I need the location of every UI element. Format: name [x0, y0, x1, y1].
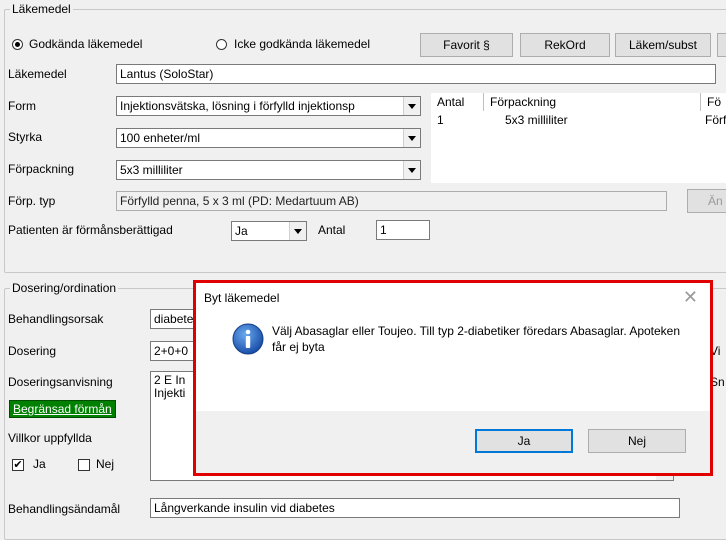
not-approved-radio[interactable] — [216, 39, 227, 50]
chevron-down-icon[interactable] — [403, 97, 420, 115]
package-list-header-extra[interactable]: Fö — [701, 93, 726, 111]
chevron-down-icon[interactable] — [289, 222, 306, 240]
medicine-field[interactable]: Lantus (SoloStar) — [116, 64, 716, 84]
quantity-label: Antal — [318, 223, 346, 237]
package-list-cell[interactable]: Förf — [705, 113, 726, 127]
dialog-message: Välj Abasaglar eller Toujeo. Till typ 2-… — [272, 324, 681, 354]
medicine-group-title: Läkemedel — [10, 2, 73, 16]
package-type-label: Förp. typ — [8, 194, 56, 208]
package-select[interactable]: 5x3 milliliter — [116, 160, 421, 180]
restricted-benefit-badge[interactable]: Begränsad förmån — [9, 400, 116, 418]
package-list-cell[interactable]: 5x3 milliliter — [505, 113, 568, 127]
info-icon — [232, 323, 264, 355]
change-button[interactable]: Än — [687, 189, 726, 213]
chevron-down-icon[interactable] — [403, 129, 420, 147]
strength-select-value: 100 enheter/ml — [120, 131, 201, 145]
package-list[interactable]: Antal Förpackning Fö 1 5x3 milliliter Fö… — [431, 93, 726, 183]
yes-button[interactable]: Ja — [475, 429, 573, 453]
form-select-value: Injektionsvätska, lösning i förfylld inj… — [120, 99, 355, 113]
approved-radio[interactable] — [12, 39, 23, 50]
package-select-value: 5x3 milliliter — [120, 163, 183, 177]
package-list-cell[interactable]: 1 — [437, 113, 444, 127]
purpose-label: Behandlingsändamål — [8, 502, 121, 516]
instructions-label: Doseringsanvisning — [8, 375, 113, 389]
not-approved-radio-label[interactable]: Icke godkända läkemedel — [234, 37, 370, 51]
purpose-field[interactable]: Långverkande insulin vid diabetes — [150, 498, 680, 518]
medicine-substance-button[interactable]: Läkem/subst — [615, 33, 711, 57]
dialog-title: Byt läkemedel — [204, 291, 280, 305]
strength-select[interactable]: 100 enheter/ml — [116, 128, 421, 148]
package-list-header-quantity[interactable]: Antal — [431, 93, 484, 111]
close-icon[interactable]: ✕ — [683, 287, 698, 308]
benefit-label: Patienten är förmånsberättigad — [8, 223, 173, 237]
approved-radio-label[interactable]: Godkända läkemedel — [29, 37, 142, 51]
no-button[interactable]: Nej — [588, 429, 686, 453]
package-type-field: Förfylld penna, 5 x 3 ml (PD: Medartuum … — [116, 191, 667, 211]
conditions-yes-checkbox[interactable]: ✔ — [12, 459, 24, 471]
chevron-down-icon[interactable] — [403, 161, 420, 179]
favorite-button[interactable]: Favorit § — [420, 33, 513, 57]
form-label: Form — [8, 99, 36, 113]
dosage-group-title: Dosering/ordination — [10, 281, 119, 295]
conditions-label: Villkor uppfyllda — [8, 431, 92, 445]
dialog-footer: Ja Nej — [196, 411, 710, 473]
conditions-no-checkbox[interactable] — [78, 459, 90, 471]
extra-button[interactable] — [717, 33, 726, 57]
form-select[interactable]: Injektionsvätska, lösning i förfylld inj… — [116, 96, 421, 116]
strength-label: Styrka — [8, 130, 43, 144]
benefit-select[interactable]: Ja — [231, 221, 307, 241]
medicine-label: Läkemedel — [8, 67, 67, 81]
reason-label: Behandlingsorsak — [8, 312, 104, 326]
package-label: Förpackning — [8, 162, 75, 176]
package-list-header-package[interactable]: Förpackning — [484, 93, 701, 111]
conditions-yes-label[interactable]: Ja — [33, 457, 46, 471]
change-medicine-dialog: Byt läkemedel ✕ Välj Abasaglar eller Tou… — [193, 280, 713, 476]
rekord-button[interactable]: RekOrd — [520, 33, 610, 57]
quantity-field[interactable]: 1 — [376, 220, 430, 240]
conditions-no-label[interactable]: Nej — [96, 457, 114, 471]
benefit-select-value: Ja — [235, 224, 248, 238]
dosage-label: Dosering — [8, 344, 57, 358]
